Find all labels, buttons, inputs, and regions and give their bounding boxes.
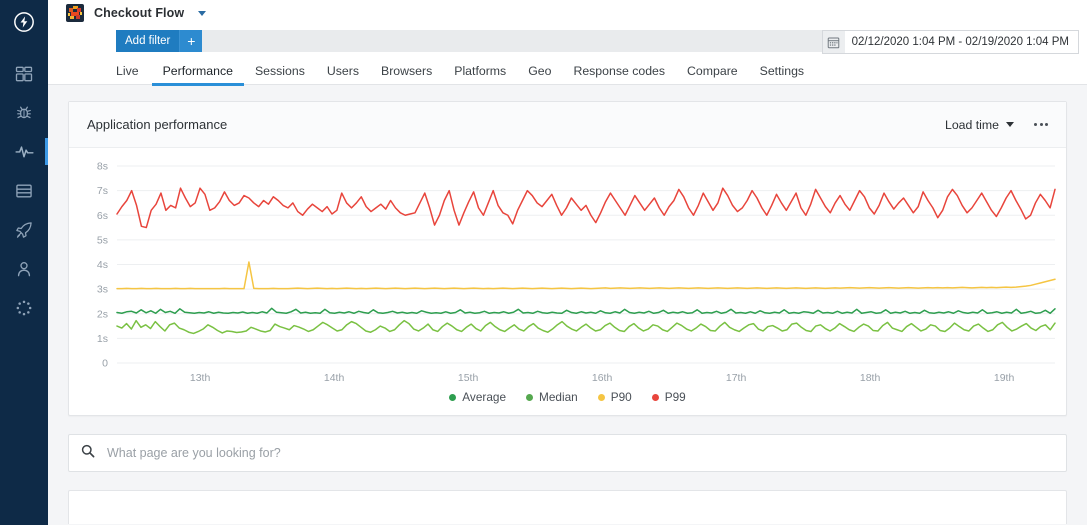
bug-crash-icon	[17, 106, 31, 118]
tab-settings[interactable]: Settings	[749, 57, 815, 85]
chevron-down-icon	[1006, 122, 1014, 127]
filter-container: Add filter +	[116, 30, 856, 52]
sidebar-item-dashboard[interactable]	[0, 54, 48, 93]
sidebar-item-crashes[interactable]	[0, 93, 48, 132]
svg-text:15th: 15th	[458, 372, 479, 384]
svg-text:1s: 1s	[97, 333, 108, 345]
legend-color-swatch	[651, 393, 659, 401]
legend-item-average[interactable]: Average	[449, 390, 506, 404]
svg-text:2s: 2s	[97, 308, 108, 320]
legend-label: P90	[610, 390, 632, 404]
next-card-partial	[68, 490, 1067, 524]
legend-item-median[interactable]: Median	[526, 390, 578, 404]
tab-performance[interactable]: Performance	[151, 57, 245, 86]
svg-text:17th: 17th	[726, 372, 747, 384]
tab-browsers[interactable]: Browsers	[370, 57, 443, 85]
svg-text:13th: 13th	[190, 372, 211, 384]
page-title: Application performance	[87, 117, 228, 132]
sidebar-item-releases[interactable]	[0, 210, 48, 249]
legend-item-p99[interactable]: P99	[651, 390, 686, 404]
legend-color-swatch	[449, 393, 457, 401]
content-area: Application performance Load time 8s 7s 6s…	[48, 85, 1087, 524]
main-region: Checkout Flow Add filter + 02/12/2020 1:…	[48, 0, 1087, 525]
search-input[interactable]	[105, 445, 981, 461]
tab-sessions[interactable]: Sessions	[244, 57, 316, 85]
tab-response-codes[interactable]: Response codes	[562, 57, 676, 85]
svg-text:3s: 3s	[97, 284, 108, 296]
tab-compare[interactable]: Compare	[676, 57, 749, 85]
tab-geo[interactable]: Geo	[517, 57, 562, 85]
date-range-text: 02/12/2020 1:04 PM - 02/19/2020 1:04 PM	[851, 36, 1069, 48]
list-rows-icon	[16, 184, 32, 197]
sidebar-item-performance[interactable]	[0, 132, 48, 171]
page-search-card	[68, 434, 1067, 472]
svg-text:5s: 5s	[97, 234, 108, 246]
legend-label: Average	[462, 390, 507, 404]
svg-text:6s: 6s	[97, 210, 108, 222]
application-performance-card: Application performance Load time 8s 7s 6s…	[68, 101, 1067, 416]
tab-live[interactable]: Live	[116, 57, 152, 85]
section-tabs: Live Performance Sessions Users Browsers…	[48, 57, 1087, 86]
svg-text:4s: 4s	[97, 259, 108, 271]
legend-label: P99	[664, 390, 686, 404]
app-bar: Checkout Flow	[48, 0, 1087, 27]
legend-item-p90[interactable]: P90	[597, 390, 632, 404]
performance-chart-svg[interactable]: 8s 7s 6s 5s 4s 3s 2s 1s 0 13th 14th 15th 16th 17th 18t…	[69, 148, 1073, 415]
search-icon	[81, 444, 95, 463]
svg-text:0: 0	[102, 358, 108, 370]
card-header-controls: Load time	[945, 117, 1050, 132]
app-root: Checkout Flow Add filter + 02/12/2020 1:…	[0, 0, 1087, 525]
filter-bar: Add filter + 02/12/2020 1:04 PM - 02/19/…	[48, 27, 1087, 57]
svg-text:19th: 19th	[994, 372, 1015, 384]
chevron-down-icon[interactable]	[198, 10, 207, 16]
sidebar-item-users[interactable]	[0, 249, 48, 288]
add-filter-plus-button[interactable]: +	[179, 30, 203, 52]
dashboard-grid-icon	[15, 66, 33, 81]
svg-text:8s: 8s	[97, 161, 108, 173]
tab-platforms[interactable]: Platforms	[443, 57, 517, 85]
tab-users[interactable]: Users	[316, 57, 370, 85]
card-header: Application performance Load time	[69, 102, 1066, 148]
more-options-icon[interactable]	[1032, 117, 1050, 132]
activity-pulse-icon	[14, 146, 34, 158]
svg-text:16th: 16th	[592, 372, 613, 384]
add-filter-button[interactable]: Add filter	[116, 30, 180, 52]
sidebar-item-more[interactable]	[0, 288, 48, 327]
metric-select[interactable]: Load time	[945, 118, 1014, 132]
legend-color-swatch	[597, 393, 605, 401]
loading-dots-icon	[16, 300, 32, 315]
svg-text:14th: 14th	[324, 372, 345, 384]
legend-label: Median	[539, 390, 578, 404]
date-range-picker[interactable]: 02/12/2020 1:04 PM - 02/19/2020 1:04 PM	[821, 30, 1079, 54]
bolt-circle-logo-icon	[14, 12, 34, 32]
legend-color-swatch	[526, 393, 534, 401]
svg-text:7s: 7s	[97, 185, 108, 197]
chart-legend: Average Median P90 P99	[69, 390, 1066, 404]
rocket-icon	[16, 221, 32, 238]
primary-sidebar	[0, 0, 48, 525]
performance-chart: 8s 7s 6s 5s 4s 3s 2s 1s 0 13th 14th 15th 16th 17th 18t…	[69, 148, 1066, 415]
svg-text:18th: 18th	[860, 372, 881, 384]
app-thumbnail-icon	[66, 4, 84, 22]
app-logo[interactable]	[0, 4, 48, 40]
user-icon	[17, 261, 31, 276]
metric-select-label: Load time	[944, 117, 999, 132]
app-title: Checkout Flow	[94, 6, 185, 20]
sidebar-item-logs[interactable]	[0, 171, 48, 210]
calendar-icon	[822, 31, 845, 53]
